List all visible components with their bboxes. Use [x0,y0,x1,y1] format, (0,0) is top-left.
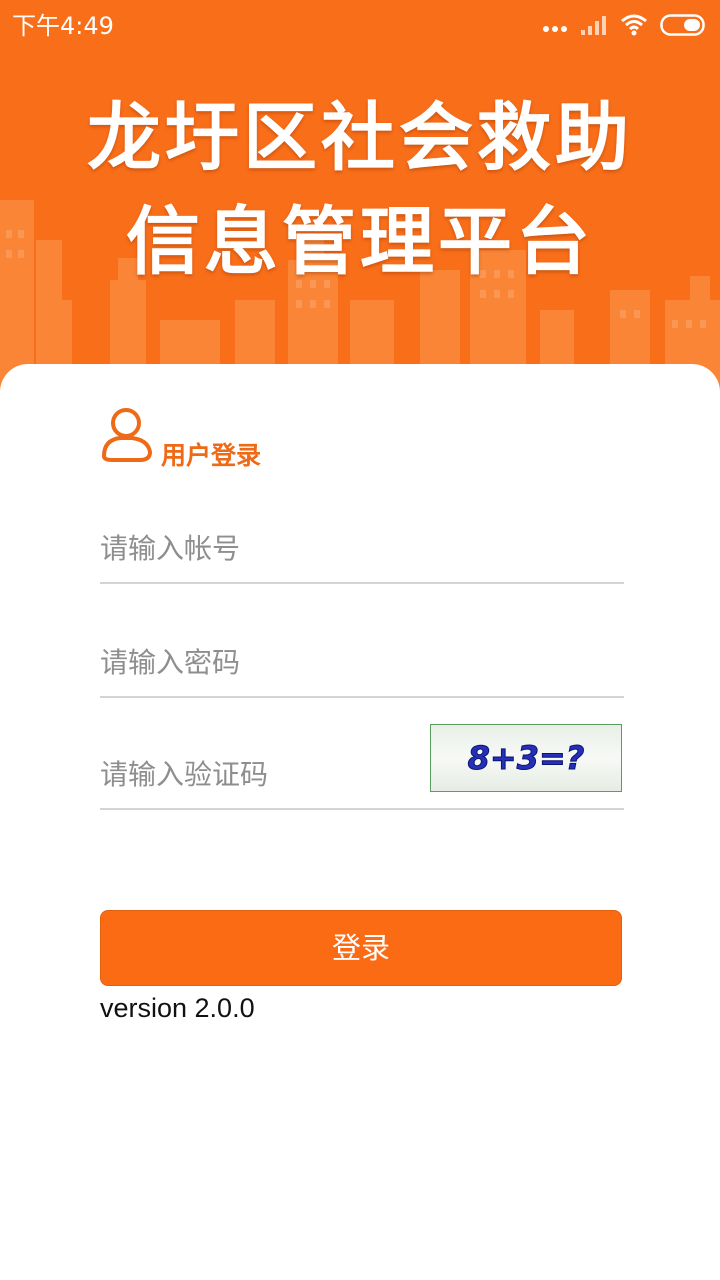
version-label: version 2.0.0 [100,993,255,1023]
app-title: 龙圩区社会救助 信息管理平台 [0,86,720,294]
password-input[interactable] [100,634,410,690]
captcha-image[interactable]: 8+3=? [430,724,622,792]
account-field [100,520,624,584]
password-field [100,634,624,698]
status-time: 下午4:49 [12,12,114,40]
captcha-text: 8+3=? [468,739,585,777]
status-bar: 下午4:49 [0,0,720,52]
captcha-field: 8+3=? [100,724,624,810]
user-icon [100,404,158,464]
wifi-icon [620,14,648,40]
app-title-line-2: 信息管理平台 [126,199,594,285]
header-banner: 下午4:49 龙圩区社会救助 信息管理平台 [0,0,720,420]
battery-icon [660,14,708,40]
login-heading-label: 用户登录 [161,441,262,470]
login-card [0,364,720,1280]
cellular-signal-icon [580,14,608,40]
login-heading: 用户登录 [100,404,340,474]
login-button[interactable]: 登录 [100,910,622,986]
app-title-line-1: 龙圩区社会救助 [87,95,633,181]
more-dots-icon [542,18,568,37]
status-icons [542,12,708,42]
captcha-graphic: 8+3=? [467,739,585,778]
captcha-input[interactable] [100,746,410,802]
account-input[interactable] [100,520,410,576]
